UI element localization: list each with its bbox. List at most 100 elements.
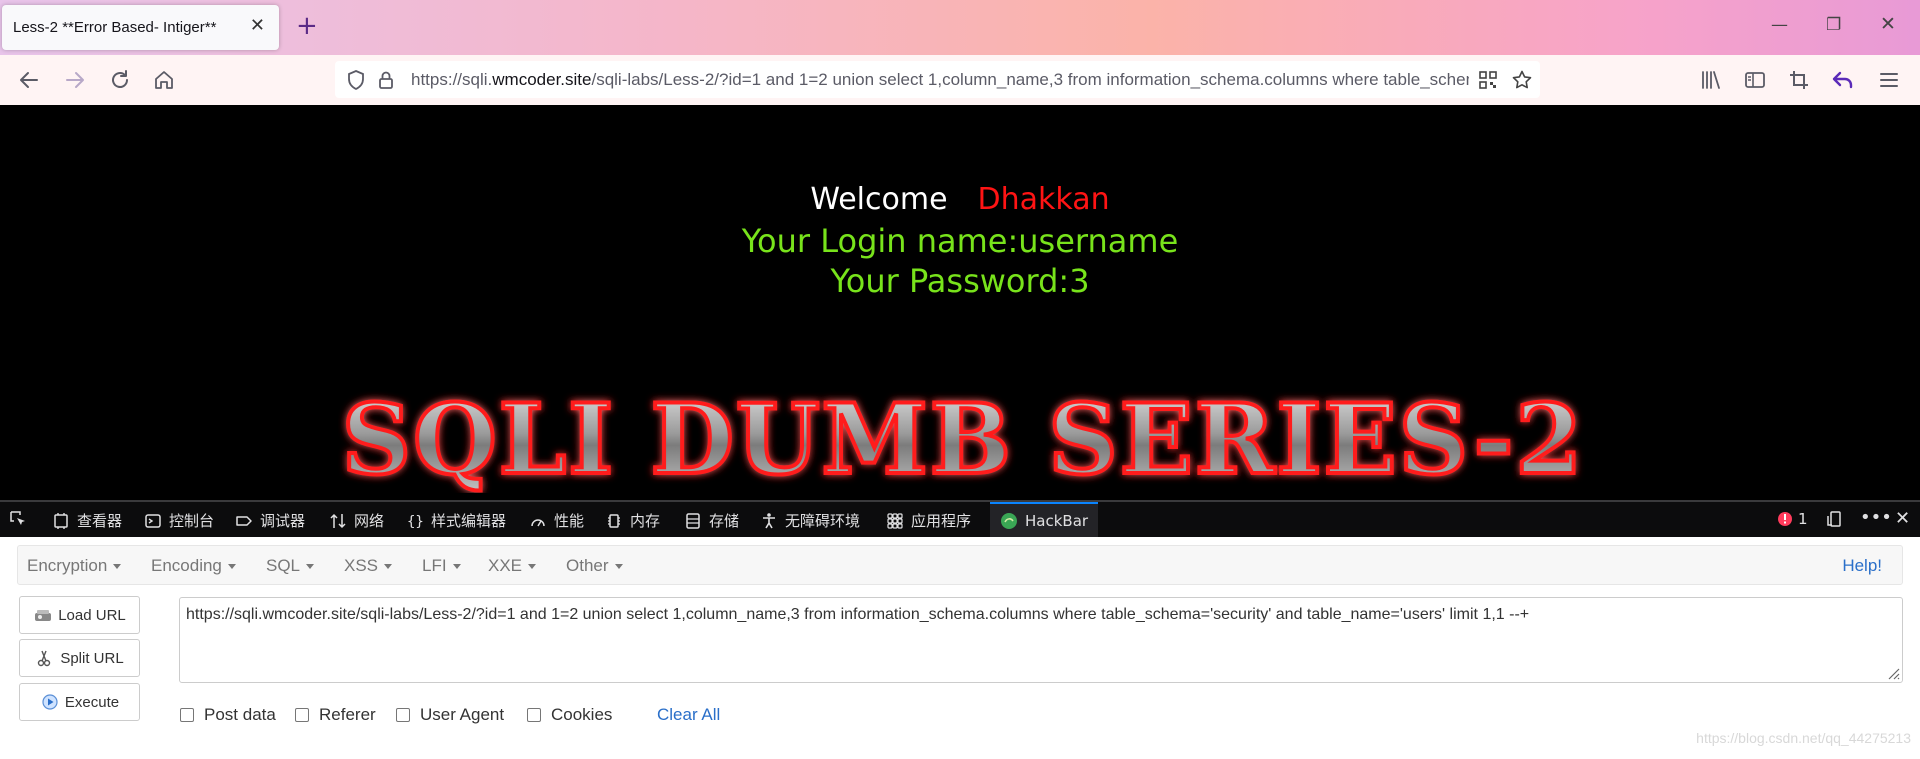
- devtools-tab-console[interactable]: 控制台: [144, 510, 214, 531]
- home-icon[interactable]: [151, 67, 177, 93]
- back-icon[interactable]: [16, 67, 42, 93]
- lock-icon[interactable]: [375, 69, 397, 91]
- hackbar-icon: [1001, 512, 1017, 529]
- welcome-text: Welcome: [810, 182, 948, 217]
- menu-icon[interactable]: [1877, 68, 1901, 92]
- devtools-tab-label: 样式编辑器: [431, 512, 507, 530]
- qr-code-icon[interactable]: [1477, 69, 1499, 91]
- menu-encoding[interactable]: Encoding: [151, 556, 236, 576]
- memory-icon: [608, 513, 620, 528]
- devtools-tab-network[interactable]: 网络: [329, 510, 384, 531]
- minimize-icon[interactable]: —: [1771, 15, 1788, 35]
- menu-encryption[interactable]: Encryption: [27, 556, 122, 576]
- execute-label: Execute: [64, 693, 120, 711]
- post-data-checkbox[interactable]: Post data: [180, 705, 276, 725]
- accessibility-icon: [763, 512, 775, 528]
- watermark-text: https://blog.csdn.net/qq_44275213: [1696, 730, 1911, 746]
- cookies-checkbox[interactable]: Cookies: [527, 705, 612, 725]
- close-devtools-icon[interactable]: ✕: [1895, 508, 1910, 529]
- hackbar-menu-bar: Encryption Encoding SQL XSS LFI XXE Othe…: [17, 545, 1903, 585]
- split-url-button[interactable]: Split URL: [19, 639, 140, 677]
- menu-xss[interactable]: XSS: [344, 556, 393, 576]
- devtools-toolbar: 1 ••• ✕ 查看器 控制台 调试器 网络 {} 样式编辑器 性能 内存 存储 无障碍环境 应用程…: [0, 500, 1920, 537]
- network-icon: [330, 513, 346, 528]
- reload-icon[interactable]: [107, 67, 133, 93]
- devtools-tab-label: 内存: [630, 512, 661, 530]
- url-domain: wmcoder.site: [492, 70, 592, 89]
- library-icon[interactable]: [1699, 68, 1723, 92]
- performance-icon: [531, 518, 545, 526]
- menu-label: Other: [566, 556, 609, 575]
- welcome-line: Welcome Dhakkan: [0, 182, 1920, 217]
- execute-button[interactable]: Execute: [19, 683, 140, 721]
- devtools-tab-application[interactable]: 应用程序: [886, 510, 971, 531]
- menu-label: XXE: [488, 556, 523, 575]
- menu-label: Encoding: [151, 556, 222, 575]
- checkbox-box[interactable]: [180, 708, 194, 722]
- devtools-tab-label: 查看器: [77, 512, 123, 530]
- menu-other[interactable]: Other: [566, 556, 623, 576]
- devtools-tab-label: 调试器: [260, 512, 306, 530]
- devtools-tab-memory[interactable]: 内存: [605, 510, 660, 531]
- url-textarea[interactable]: https://sqli.wmcoder.site/sqli-labs/Less…: [179, 597, 1903, 683]
- menu-label: LFI: [422, 556, 447, 575]
- shield-icon[interactable]: [345, 69, 367, 91]
- load-url-button[interactable]: Load URL: [19, 596, 140, 634]
- screenshot-crop-icon[interactable]: [1787, 68, 1811, 92]
- devtools-tab-debugger[interactable]: 调试器: [235, 510, 305, 531]
- checkbox-label: User Agent: [420, 705, 505, 724]
- sidebar-icon[interactable]: [1743, 68, 1767, 92]
- devtools-tab-label: 应用程序: [911, 512, 972, 530]
- checkbox-box[interactable]: [527, 708, 541, 722]
- checkbox-label: Cookies: [551, 705, 613, 724]
- close-tab-icon[interactable]: ✕: [250, 16, 265, 36]
- devtools-tab-hackbar[interactable]: HackBar: [990, 502, 1099, 537]
- menu-xxe[interactable]: XXE: [488, 556, 537, 576]
- svg-text:{}: {}: [407, 514, 424, 530]
- responsive-design-icon[interactable]: [1826, 510, 1851, 528]
- element-picker-icon[interactable]: [9, 510, 34, 528]
- forward-icon[interactable]: [62, 67, 88, 93]
- menu-lfi[interactable]: LFI: [422, 556, 461, 576]
- checkbox-box[interactable]: [295, 708, 309, 722]
- undo-arrow-icon[interactable]: [1831, 68, 1855, 92]
- devtools-tab-label: 无障碍环境: [785, 512, 861, 530]
- url-textarea-value: https://sqli.wmcoder.site/sqli-labs/Less…: [186, 606, 1530, 623]
- devtools-tab-performance[interactable]: 性能: [529, 510, 584, 531]
- new-tab-icon[interactable]: +: [296, 12, 318, 40]
- storage-icon: [686, 512, 700, 529]
- close-window-icon[interactable]: ✕: [1880, 13, 1896, 35]
- load-url-icon: [35, 610, 52, 621]
- help-link[interactable]: Help!: [1842, 556, 1882, 576]
- banner-text: SQLI DUMB SERIES-2: [342, 383, 1584, 493]
- devtools-tab-storage[interactable]: 存储: [684, 510, 739, 531]
- more-options-icon[interactable]: •••: [1860, 507, 1892, 528]
- devtools-tab-accessibility[interactable]: 无障碍环境: [760, 510, 860, 531]
- devtools-tab-label: 存储: [709, 512, 740, 530]
- login-name-text: Your Login name:username: [741, 222, 1179, 260]
- url-prefix: https://sqli.: [411, 70, 493, 89]
- play-icon: [42, 694, 58, 710]
- devtools-tab-label: 控制台: [169, 512, 215, 530]
- devtools-tab-style-editor[interactable]: {} 样式编辑器: [406, 510, 506, 531]
- menu-sql[interactable]: SQL: [266, 556, 315, 576]
- clear-all-link[interactable]: Clear All: [657, 705, 720, 725]
- error-count: 1: [1798, 510, 1808, 528]
- debugger-icon: [236, 515, 252, 526]
- menu-label: XSS: [344, 556, 379, 575]
- url-text[interactable]: https://sqli.wmcoder.site/sqli-labs/Less…: [411, 70, 1469, 90]
- web-page: Welcome Dhakkan Your Login name:username …: [0, 105, 1920, 500]
- error-count-badge[interactable]: 1: [1776, 510, 1808, 528]
- referer-checkbox[interactable]: Referer: [295, 705, 376, 725]
- load-url-label: Load URL: [58, 606, 126, 624]
- devtools-tab-inspector[interactable]: 查看器: [52, 510, 122, 531]
- scissors-icon: [38, 650, 51, 667]
- browser-tab[interactable]: Less-2 **Error Based- Intiger** ✕: [2, 5, 279, 50]
- bookmark-star-icon[interactable]: [1511, 69, 1533, 91]
- checkbox-box[interactable]: [396, 708, 410, 722]
- hackbar-panel: Encryption Encoding SQL XSS LFI XXE Othe…: [0, 537, 1920, 759]
- user-agent-checkbox[interactable]: User Agent: [396, 705, 504, 725]
- url-bar[interactable]: https://sqli.wmcoder.site/sqli-labs/Less…: [335, 61, 1540, 98]
- resize-grip-icon[interactable]: [1886, 666, 1900, 680]
- restore-icon[interactable]: ❐: [1826, 15, 1841, 35]
